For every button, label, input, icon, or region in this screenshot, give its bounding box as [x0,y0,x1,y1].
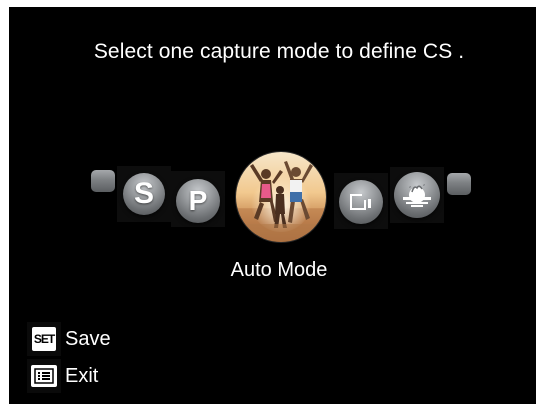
sport-mode-icon: S [123,173,165,215]
program-mode-letter: P [188,185,208,216]
mode-stub-right-icon[interactable] [447,173,471,195]
sport-mode-letter: S [133,177,154,210]
scene-sunset-glyph [403,184,431,207]
camera-screen: Select one capture mode to define CS . S… [9,7,536,404]
scene-sunset-icon [394,172,440,218]
set-button-icon[interactable]: SET [27,322,61,356]
mode-tile-program[interactable]: P [171,171,225,227]
mode-tile-scene[interactable] [390,167,444,223]
current-mode-label: Auto Mode [230,259,328,281]
set-key-label: SET [32,327,56,351]
menu-key-glyph [31,365,57,387]
mode-tile-sport[interactable]: S [117,166,171,222]
program-mode-icon: P [176,179,220,223]
save-label: Save [65,327,111,350]
exit-label: Exit [65,364,99,387]
mode-tile-movie[interactable] [334,173,388,229]
movie-camera-icon [339,180,383,224]
exit-hint[interactable]: Exit [27,359,98,393]
save-hint[interactable]: SET Save [27,322,111,356]
movie-camera-glyph [350,194,371,210]
menu-button-icon[interactable] [27,359,61,393]
auto-mode-photo-icon[interactable] [236,152,326,242]
mode-stub-left-icon[interactable] [91,170,115,192]
auto-mode-photo [236,152,326,242]
menu-list-icon [34,368,54,384]
